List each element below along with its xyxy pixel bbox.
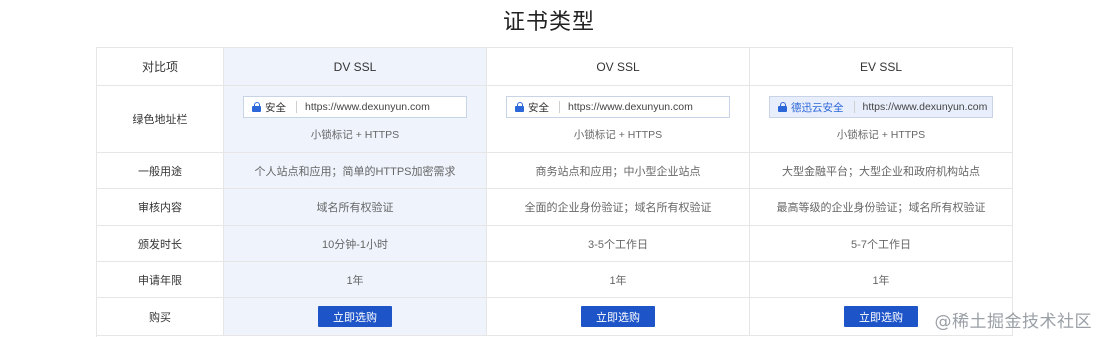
table-row-issue-time: 颁发时长 10分钟-1小时 3-5个工作日 5-7个工作日 <box>97 226 1013 262</box>
security-label: 安全 <box>265 101 286 114</box>
comparison-table: 对比项 DV SSL OV SSL EV SSL 绿色地址栏 安全 https:… <box>96 47 1013 337</box>
years-ov: 1年 <box>487 262 750 297</box>
row-label: 一般用途 <box>97 153 224 188</box>
table-row-address-bar: 绿色地址栏 安全 https://www.dexunyun.com 小锁标记 +… <box>97 86 1013 153</box>
security-label: 德迅云安全 <box>791 101 844 114</box>
address-bar-dv: 安全 https://www.dexunyun.com <box>243 96 467 118</box>
address-cell-dv: 安全 https://www.dexunyun.com 小锁标记 + HTTPS <box>224 86 487 152</box>
page-title: 证书类型 <box>502 9 595 34</box>
address-caption: 小锁标记 + HTTPS <box>573 129 663 141</box>
url-text: https://www.dexunyun.com <box>862 101 988 113</box>
buy-button-dv[interactable]: 立即选购 <box>318 306 392 327</box>
divider <box>853 101 855 113</box>
usage-ev: 大型金融平台；大型企业和政府机构站点 <box>750 153 1013 188</box>
table-header-row: 对比项 DV SSL OV SSL EV SSL <box>97 48 1013 86</box>
address-bar-ev: 德迅云安全 https://www.dexunyun.com <box>769 96 993 118</box>
review-ov: 全面的企业身份验证；域名所有权验证 <box>487 189 750 225</box>
buy-cell-ov: 立即选购 <box>487 298 750 335</box>
issue-time-ev: 5-7个工作日 <box>750 226 1013 261</box>
usage-ov: 商务站点和应用；中小型企业站点 <box>487 153 750 188</box>
divider <box>559 101 560 113</box>
watermark: @稀土掘金技术社区 <box>934 312 1092 332</box>
years-dv: 1年 <box>224 262 487 297</box>
header-dv-ssl: DV SSL <box>224 48 487 85</box>
header-ov-ssl: OV SSL <box>487 48 750 85</box>
row-label: 绿色地址栏 <box>97 86 224 152</box>
table-row-usage: 一般用途 个人站点和应用；简单的HTTPS加密需求 商务站点和应用；中小型企业站… <box>97 153 1013 189</box>
review-dv: 域名所有权验证 <box>224 189 487 225</box>
years-ev: 1年 <box>750 262 1013 297</box>
table-row-buy: 购买 立即选购 立即选购 立即选购 <box>97 298 1013 336</box>
address-cell-ov: 安全 https://www.dexunyun.com 小锁标记 + HTTPS <box>487 86 750 152</box>
url-text: https://www.dexunyun.com <box>305 101 430 113</box>
header-ev-ssl: EV SSL <box>750 48 1013 85</box>
buy-button-ov[interactable]: 立即选购 <box>581 306 655 327</box>
row-label: 申请年限 <box>97 262 224 297</box>
buy-cell-dv: 立即选购 <box>224 298 487 335</box>
table-row-years: 申请年限 1年 1年 1年 <box>97 262 1013 298</box>
address-bar-ov: 安全 https://www.dexunyun.com <box>506 96 730 118</box>
address-caption: 小锁标记 + HTTPS <box>836 129 926 141</box>
address-caption: 小锁标记 + HTTPS <box>310 129 400 141</box>
address-cell-ev: 德迅云安全 https://www.dexunyun.com 小锁标记 + HT… <box>750 86 1013 152</box>
divider <box>296 101 297 113</box>
table-row-review: 审核内容 域名所有权验证 全面的企业身份验证；域名所有权验证 最高等级的企业身份… <box>97 189 1013 226</box>
issue-time-ov: 3-5个工作日 <box>487 226 750 261</box>
lock-icon <box>515 102 524 112</box>
usage-dv: 个人站点和应用；简单的HTTPS加密需求 <box>224 153 487 188</box>
row-label: 颁发时长 <box>97 226 224 261</box>
review-ev: 最高等级的企业身份验证；域名所有权验证 <box>750 189 1013 225</box>
row-label: 购买 <box>97 298 224 335</box>
lock-icon <box>252 102 261 112</box>
buy-button-ev[interactable]: 立即选购 <box>844 306 918 327</box>
url-text: https://www.dexunyun.com <box>568 101 693 113</box>
lock-icon <box>778 102 787 112</box>
issue-time-dv: 10分钟-1小时 <box>224 226 487 261</box>
row-label: 审核内容 <box>97 189 224 225</box>
header-label: 对比项 <box>97 48 224 85</box>
security-label: 安全 <box>528 101 549 114</box>
